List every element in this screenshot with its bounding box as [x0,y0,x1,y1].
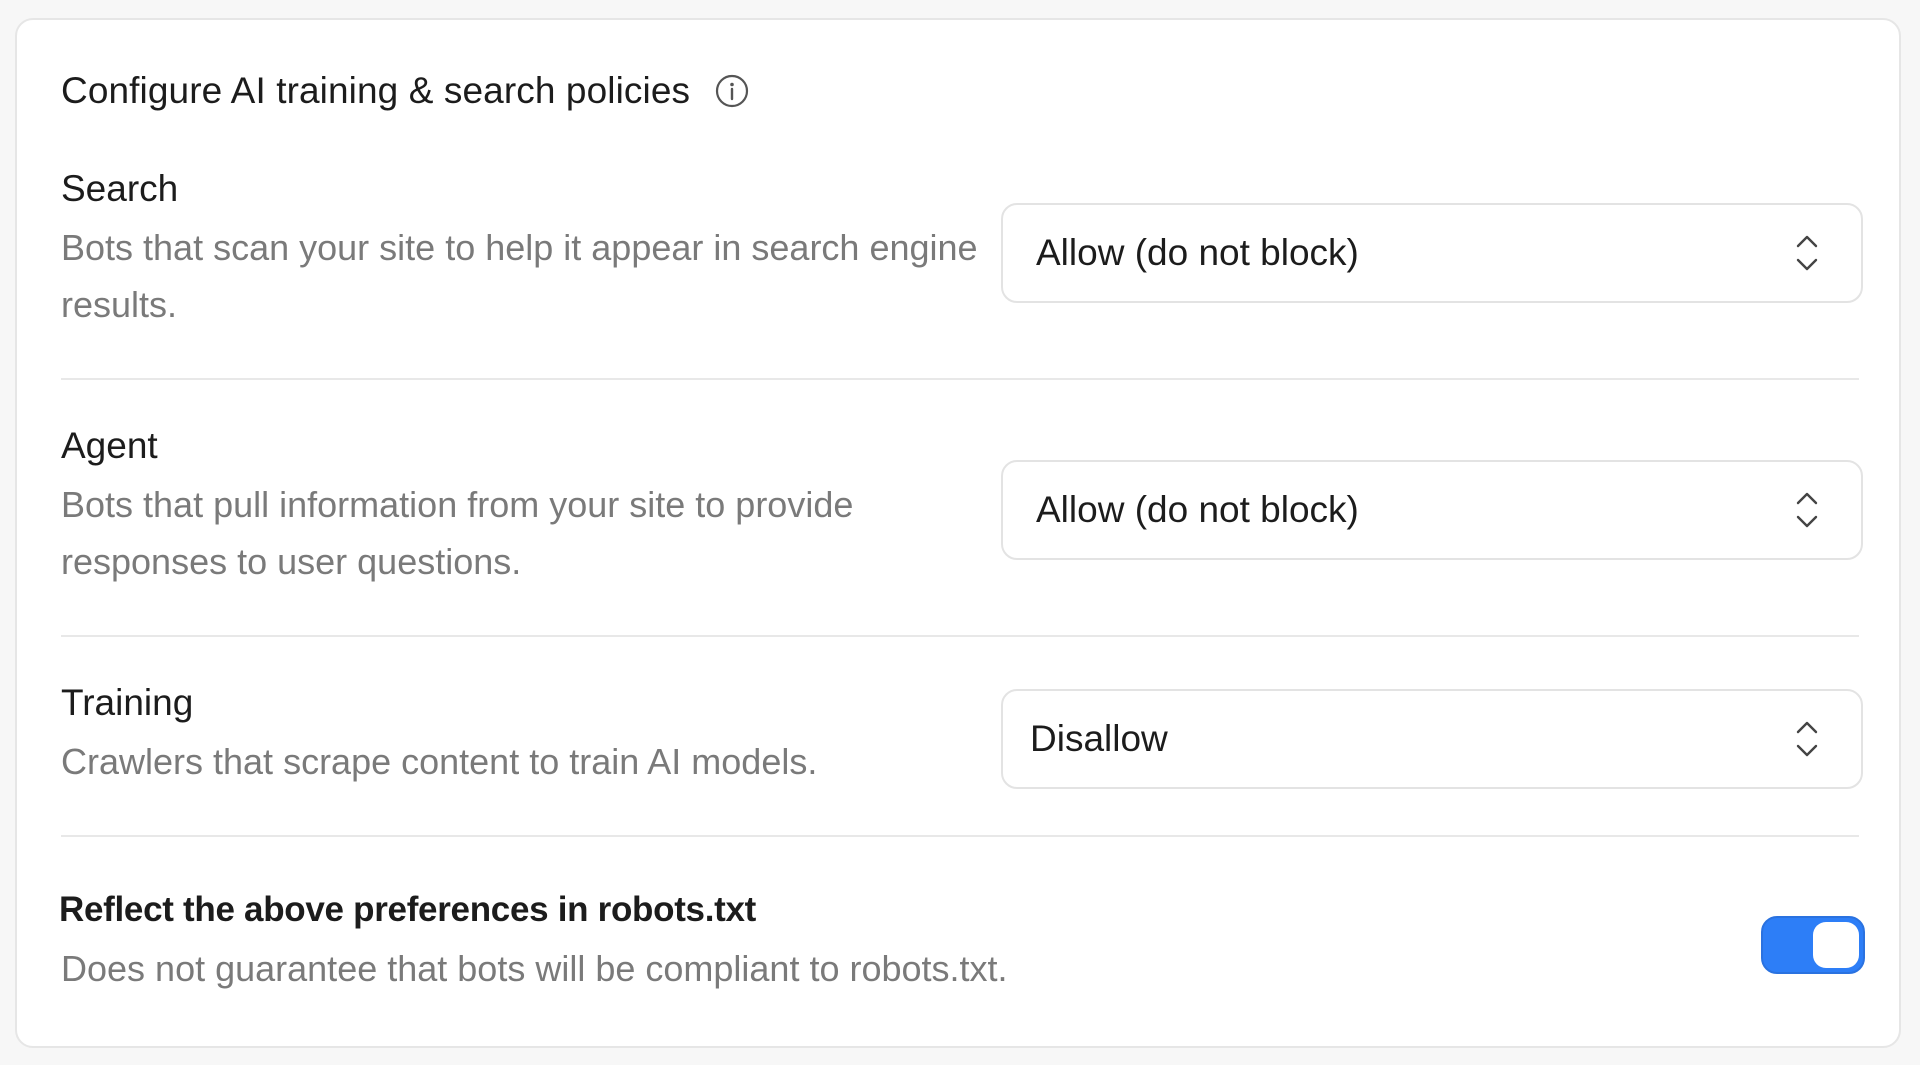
agent-title: Agent [61,425,158,466]
training-description: Crawlers that scrape content to train AI… [61,741,818,782]
ai-policies-card: Configure AI training & search policies … [15,18,1901,1048]
training-policy-select[interactable]: Disallow [1001,689,1863,789]
agent-description: Bots that pull information from your sit… [61,484,854,582]
agent-policy-select[interactable]: Allow (do not block) [1001,460,1863,560]
search-title: Search [61,168,179,209]
chevron-up-down-icon [1796,492,1818,528]
divider-search [61,378,1859,380]
robots-description: Does not guarantee that bots will be com… [61,948,1008,989]
card-header: Configure AI training & search policies [61,70,750,112]
divider-agent [61,635,1859,637]
agent-policy-value: Allow (do not block) [1036,489,1359,530]
training-title: Training [61,682,194,723]
robots-title: Reflect the above preferences in robots.… [59,890,757,929]
info-icon[interactable] [714,73,750,109]
chevron-up-down-icon [1796,721,1818,757]
card-title: Configure AI training & search policies [61,70,691,111]
divider-training [61,835,1859,837]
search-description: Bots that scan your site to help it appe… [61,227,978,325]
search-policy-value: Allow (do not block) [1036,232,1359,273]
training-policy-value: Disallow [1030,718,1168,759]
robots-toggle[interactable] [1761,916,1865,974]
search-policy-select[interactable]: Allow (do not block) [1001,203,1863,303]
toggle-knob [1813,922,1859,968]
chevron-up-down-icon [1796,235,1818,271]
